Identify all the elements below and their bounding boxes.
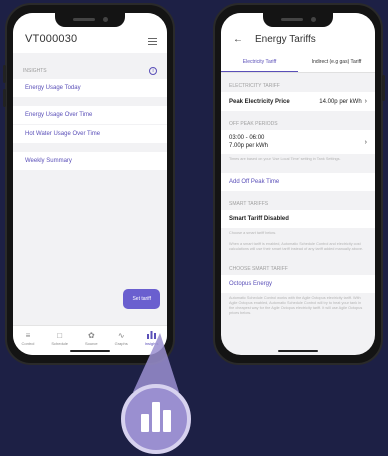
insights-callout-bar-chart-icon (121, 384, 191, 454)
phone-notch (55, 13, 125, 27)
phone-notch (263, 13, 333, 27)
callout-pointer (133, 333, 179, 392)
